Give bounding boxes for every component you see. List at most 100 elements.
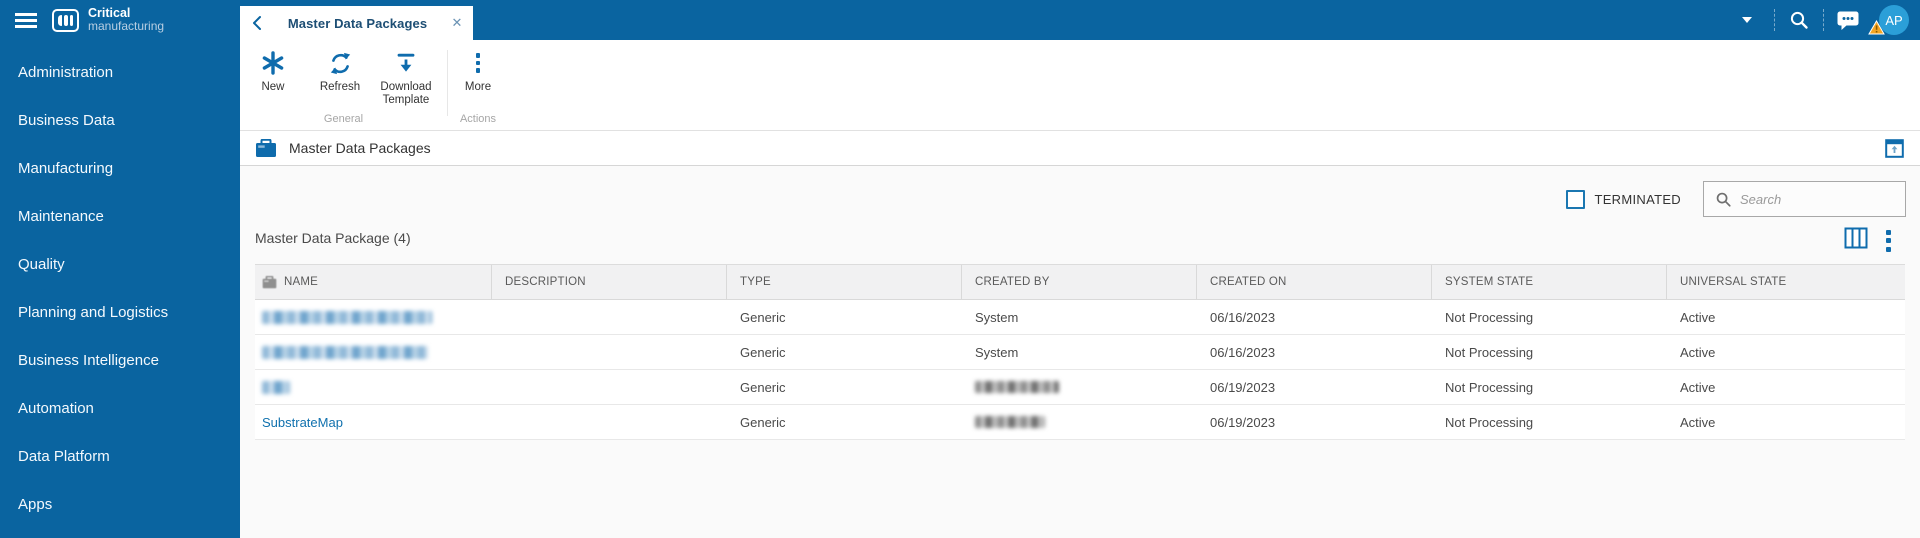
chat-icon[interactable] [1824, 0, 1872, 40]
brand-text: Critical manufacturing [88, 7, 164, 33]
sidebar-item-planning-and-logistics[interactable]: Planning and Logistics [0, 288, 240, 336]
redacted-text [262, 345, 428, 359]
terminated-label: TERMINATED [1594, 191, 1681, 207]
download-icon [394, 48, 418, 78]
column-header-type[interactable]: TYPE [727, 265, 962, 299]
warning-icon [1868, 19, 1885, 40]
table-row[interactable]: Generic System 06/16/2023 Not Processing Act… [255, 300, 1905, 335]
column-header-created-by[interactable]: CREATED BY [962, 265, 1197, 299]
table-row[interactable]: Generic System 06/16/2023 Not Processing Act… [255, 335, 1905, 370]
refresh-icon [328, 48, 353, 78]
redacted-text [975, 416, 1045, 428]
tab-master-data-packages[interactable]: Master Data Packages ✕ [240, 6, 473, 40]
sidebar-item-maintenance[interactable]: Maintenance [0, 192, 240, 240]
cell-text: Not Processing [1445, 309, 1534, 325]
more-button-label: More [464, 81, 492, 93]
cell-name [255, 370, 492, 404]
new-button[interactable]: New [245, 48, 301, 94]
sidebar-item-label: Planning and Logistics [18, 303, 169, 321]
cell-created-by [962, 405, 1197, 439]
cell-text: Active [1680, 379, 1716, 395]
column-header-name[interactable]: NAME [255, 265, 492, 299]
cell-description [492, 370, 727, 404]
package-small-icon [262, 275, 277, 288]
sidebar-item-business-intelligence[interactable]: Business Intelligence [0, 336, 240, 384]
table-row[interactable]: SubstrateMap Generic 06/19/2023 Not Process… [255, 405, 1905, 440]
search-icon[interactable] [1775, 0, 1823, 40]
cell-text: 06/16/2023 [1210, 309, 1276, 325]
cell-text: Not Processing [1445, 414, 1534, 430]
new-button-label: New [261, 81, 285, 93]
column-header-universal-state[interactable]: UNIVERSAL STATE [1667, 265, 1905, 299]
chevron-down-icon[interactable] [1742, 17, 1752, 23]
sidebar-item-label: Business Data [18, 111, 115, 129]
sidebar-item-data-platform[interactable]: Data Platform [0, 432, 240, 480]
terminated-checkbox[interactable] [1566, 189, 1586, 209]
toolbar-group-general: General [323, 113, 364, 125]
search-input-icon [1716, 192, 1731, 207]
top-bar: Critical manufacturing Master Data Packa… [0, 0, 1920, 40]
cell-text: Not Processing [1445, 344, 1534, 360]
cell-system-state: Not Processing [1432, 405, 1667, 439]
cell-text: System [975, 344, 1019, 360]
collapse-panel-icon[interactable] [1885, 139, 1904, 163]
table-row[interactable]: Generic 06/19/2023 Not Processing Active [255, 370, 1905, 405]
sidebar-item-label: Automation [18, 399, 94, 417]
cell-type: Generic [727, 405, 962, 439]
cell-system-state: Not Processing [1432, 370, 1667, 404]
sidebar-item-automation[interactable]: Automation [0, 384, 240, 432]
search-box[interactable] [1703, 181, 1906, 217]
critical-manufacturing-logo-icon [52, 9, 79, 32]
sidebar-item-quality[interactable]: Quality [0, 240, 240, 288]
row-name-link[interactable]: SubstrateMap [262, 415, 343, 430]
sidebar-item-business-data[interactable]: Business Data [0, 96, 240, 144]
cell-created-by: System [962, 300, 1197, 334]
app-root: Critical manufacturing Master Data Packa… [0, 0, 1920, 538]
topbar-right-actions: AP [1742, 0, 1920, 40]
cell-text: Generic [740, 414, 786, 430]
cell-created-by: System [962, 335, 1197, 369]
redacted-text [262, 380, 290, 394]
cell-text: Active [1680, 309, 1716, 325]
sidebar-item-apps[interactable]: Apps [0, 480, 240, 528]
sidebar-item-label: Data Platform [18, 447, 110, 465]
sidebar-item-label: Manufacturing [18, 159, 114, 177]
search-input[interactable] [1740, 191, 1890, 207]
sidebar-item-manufacturing[interactable]: Manufacturing [0, 144, 240, 192]
redacted-text [262, 310, 432, 324]
page-header: Master Data Packages [240, 131, 1920, 166]
more-button[interactable]: More [452, 48, 504, 94]
cell-type: Generic [727, 370, 962, 404]
cell-type: Generic [727, 335, 962, 369]
table-body: Generic System 06/16/2023 Not Processing Act… [255, 300, 1905, 440]
column-picker-icon[interactable] [1844, 227, 1868, 254]
cell-universal-state: Active [1667, 300, 1905, 334]
cell-created-on: 06/16/2023 [1197, 335, 1432, 369]
sidebar-item-label: Business Intelligence [18, 351, 159, 369]
cell-description [492, 405, 727, 439]
hamburger-menu-icon[interactable] [15, 13, 37, 28]
back-chevron-icon[interactable] [240, 6, 274, 40]
sidebar-item-label: Administration [18, 63, 114, 81]
user-avatar-wrap: AP [1868, 0, 1916, 40]
column-header-created-on[interactable]: CREATED ON [1197, 265, 1432, 299]
column-header-system-state[interactable]: SYSTEM STATE [1432, 265, 1667, 299]
tab-label: Master Data Packages [287, 15, 428, 31]
cell-text: Active [1680, 414, 1716, 430]
kebab-icon [475, 48, 481, 78]
tab-close-icon[interactable]: ✕ [441, 6, 473, 40]
cell-text: Generic [740, 344, 786, 360]
package-icon [255, 138, 277, 158]
column-header-label: NAME [284, 276, 319, 288]
redacted-text [975, 381, 1059, 393]
cell-system-state: Not Processing [1432, 300, 1667, 334]
download-template-button[interactable]: Download Template [368, 48, 444, 107]
cell-created-on: 06/16/2023 [1197, 300, 1432, 334]
table-menu-kebab-icon[interactable] [1886, 227, 1891, 255]
table-header-row: NAME DESCRIPTION TYPE CREATED BY CREATED… [255, 264, 1905, 300]
sidebar-item-administration[interactable]: Administration [0, 48, 240, 96]
cell-text: System [975, 309, 1019, 325]
brand-line2: manufacturing [88, 19, 165, 33]
column-header-description[interactable]: DESCRIPTION [492, 265, 727, 299]
refresh-button[interactable]: Refresh [308, 48, 372, 94]
